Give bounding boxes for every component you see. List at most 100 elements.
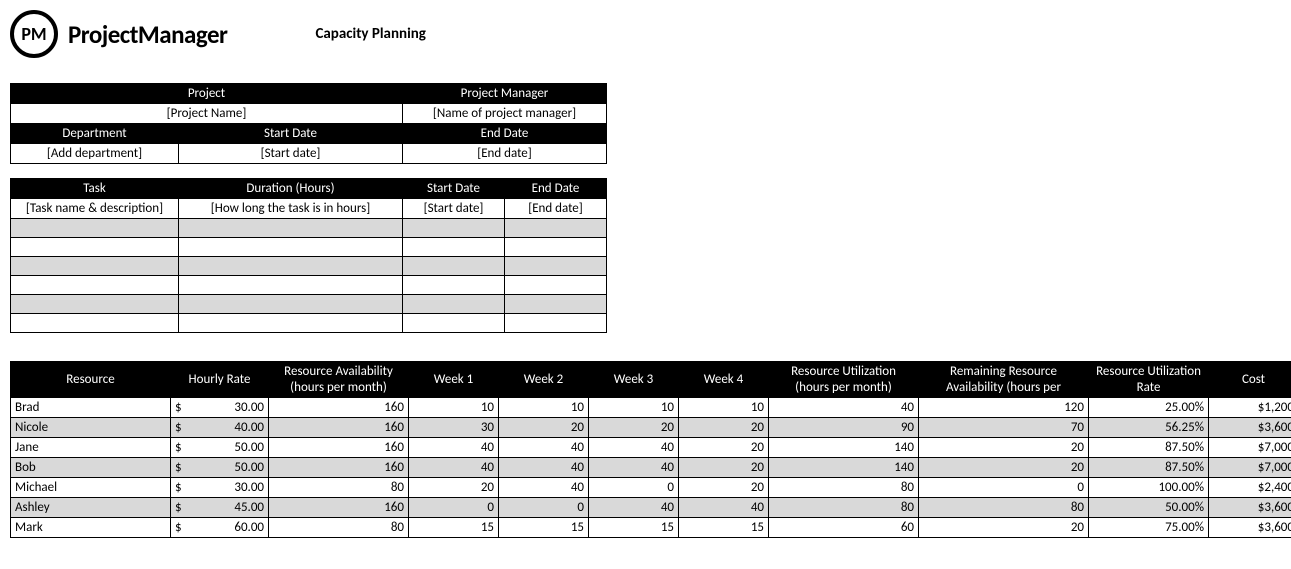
cell-resource-name[interactable]: Ashley <box>11 498 171 518</box>
cell-rate-value[interactable]: 45.00 <box>189 498 269 518</box>
cell-rate-value[interactable]: 50.00 <box>189 458 269 478</box>
cell-week3[interactable]: 0 <box>589 478 679 498</box>
cell-week4[interactable]: 15 <box>679 518 769 538</box>
cell-utilization[interactable]: 80 <box>769 498 919 518</box>
cell-util-rate[interactable]: 25.00% <box>1089 398 1209 418</box>
cell-task-start[interactable]: [Start date] <box>403 199 505 219</box>
cell-rate-value[interactable]: 60.00 <box>189 518 269 538</box>
cell-resource-name[interactable]: Brad <box>11 398 171 418</box>
cell-utilization[interactable]: 80 <box>769 478 919 498</box>
cell[interactable] <box>11 276 179 295</box>
cell-util-rate[interactable]: 56.25% <box>1089 418 1209 438</box>
cell-cost[interactable]: $3,600 <box>1209 418 1291 438</box>
cell-rate-symbol[interactable]: $ <box>171 498 189 518</box>
cell-utilization[interactable]: 140 <box>769 438 919 458</box>
cell-availability[interactable]: 160 <box>269 418 409 438</box>
cell-rate-value[interactable]: 50.00 <box>189 438 269 458</box>
cell[interactable] <box>505 295 607 314</box>
cell-week4[interactable]: 20 <box>679 458 769 478</box>
cell[interactable] <box>179 219 403 238</box>
cell[interactable] <box>11 314 179 333</box>
cell-week2[interactable]: 40 <box>499 478 589 498</box>
cell[interactable] <box>403 295 505 314</box>
cell-rate-symbol[interactable]: $ <box>171 458 189 478</box>
cell[interactable] <box>403 276 505 295</box>
cell-week4[interactable]: 20 <box>679 438 769 458</box>
cell-end-date[interactable]: [End date] <box>403 144 607 164</box>
cell-department[interactable]: [Add department] <box>11 144 179 164</box>
cell-week2[interactable]: 15 <box>499 518 589 538</box>
cell-week2[interactable]: 40 <box>499 438 589 458</box>
cell-rate-value[interactable]: 30.00 <box>189 398 269 418</box>
cell-resource-name[interactable]: Nicole <box>11 418 171 438</box>
cell-week4[interactable]: 40 <box>679 498 769 518</box>
cell-util-rate[interactable]: 87.50% <box>1089 438 1209 458</box>
cell-week1[interactable]: 0 <box>409 498 499 518</box>
cell[interactable] <box>403 219 505 238</box>
cell-cost[interactable]: $3,600 <box>1209 518 1291 538</box>
cell-cost[interactable]: $2,400 <box>1209 478 1291 498</box>
cell-pm-name[interactable]: [Name of project manager] <box>403 104 607 124</box>
cell-week1[interactable]: 30 <box>409 418 499 438</box>
cell-rate-symbol[interactable]: $ <box>171 438 189 458</box>
cell-week2[interactable]: 20 <box>499 418 589 438</box>
cell[interactable] <box>505 276 607 295</box>
cell[interactable] <box>403 314 505 333</box>
cell-availability[interactable]: 160 <box>269 398 409 418</box>
cell[interactable] <box>505 219 607 238</box>
cell-utilization[interactable]: 140 <box>769 458 919 478</box>
cell-cost[interactable]: $1,200 <box>1209 398 1291 418</box>
cell[interactable] <box>11 238 179 257</box>
cell-week1[interactable]: 15 <box>409 518 499 538</box>
cell-remaining[interactable]: 20 <box>919 458 1089 478</box>
cell-util-rate[interactable]: 50.00% <box>1089 498 1209 518</box>
cell-project-name[interactable]: [Project Name] <box>11 104 403 124</box>
cell-utilization[interactable]: 60 <box>769 518 919 538</box>
cell-rate-symbol[interactable]: $ <box>171 518 189 538</box>
cell-cost[interactable]: $7,000 <box>1209 458 1291 478</box>
cell-week3[interactable]: 15 <box>589 518 679 538</box>
cell-util-rate[interactable]: 87.50% <box>1089 458 1209 478</box>
cell-resource-name[interactable]: Mark <box>11 518 171 538</box>
cell-week4[interactable]: 10 <box>679 398 769 418</box>
cell-remaining[interactable]: 120 <box>919 398 1089 418</box>
cell[interactable] <box>403 238 505 257</box>
cell-task-name[interactable]: [Task name & description] <box>11 199 179 219</box>
cell[interactable] <box>179 295 403 314</box>
cell-availability[interactable]: 160 <box>269 438 409 458</box>
cell-remaining[interactable]: 70 <box>919 418 1089 438</box>
cell[interactable] <box>403 257 505 276</box>
cell-rate-symbol[interactable]: $ <box>171 478 189 498</box>
cell[interactable] <box>505 257 607 276</box>
cell-availability[interactable]: 80 <box>269 478 409 498</box>
cell-week1[interactable]: 40 <box>409 458 499 478</box>
cell-week3[interactable]: 20 <box>589 418 679 438</box>
cell-remaining[interactable]: 20 <box>919 518 1089 538</box>
cell[interactable] <box>11 295 179 314</box>
cell-resource-name[interactable]: Jane <box>11 438 171 458</box>
cell[interactable] <box>179 276 403 295</box>
cell-remaining[interactable]: 20 <box>919 438 1089 458</box>
cell-rate-value[interactable]: 40.00 <box>189 418 269 438</box>
cell-week4[interactable]: 20 <box>679 478 769 498</box>
cell[interactable] <box>11 257 179 276</box>
cell-utilization[interactable]: 90 <box>769 418 919 438</box>
cell-rate-symbol[interactable]: $ <box>171 418 189 438</box>
cell-utilization[interactable]: 40 <box>769 398 919 418</box>
cell[interactable] <box>505 314 607 333</box>
cell-week2[interactable]: 40 <box>499 458 589 478</box>
cell-week1[interactable]: 20 <box>409 478 499 498</box>
cell-week1[interactable]: 10 <box>409 398 499 418</box>
cell-resource-name[interactable]: Bob <box>11 458 171 478</box>
cell-availability[interactable]: 160 <box>269 458 409 478</box>
cell[interactable] <box>505 238 607 257</box>
cell-task-end[interactable]: [End date] <box>505 199 607 219</box>
cell-remaining[interactable]: 0 <box>919 478 1089 498</box>
cell[interactable] <box>179 257 403 276</box>
cell-week2[interactable]: 0 <box>499 498 589 518</box>
cell-resource-name[interactable]: Michael <box>11 478 171 498</box>
cell-week3[interactable]: 40 <box>589 458 679 478</box>
cell-start-date[interactable]: [Start date] <box>179 144 403 164</box>
cell[interactable] <box>11 219 179 238</box>
cell-week3[interactable]: 40 <box>589 438 679 458</box>
